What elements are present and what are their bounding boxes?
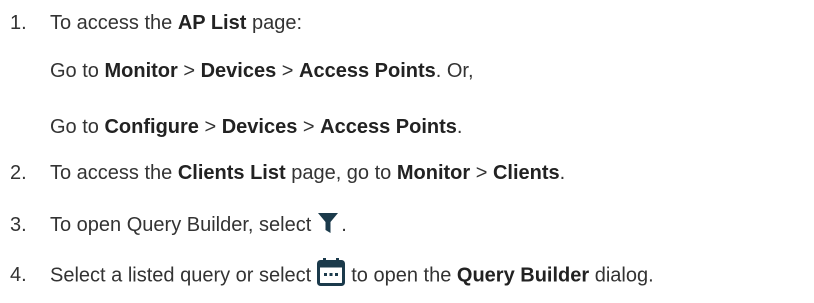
step-text: Select a listed query or select to open t… [50, 258, 654, 290]
menu-monitor: Monitor [396, 162, 471, 184]
instruction-list: 1. To access the AP List page: Go to Mon… [0, 0, 814, 303]
menu-configure: Configure [104, 116, 199, 138]
step-number: 3. [10, 214, 27, 236]
menu-devices: Devices [200, 60, 277, 82]
ap-list-label: AP List [177, 12, 247, 34]
step-number: 1. [10, 12, 27, 34]
calendar-icon [317, 258, 346, 286]
nav-path: Go to Monitor > Devices > Access Points.… [50, 60, 474, 82]
step-number: 4. [10, 264, 27, 286]
query-builder-label: Query Builder [456, 264, 590, 287]
menu-monitor: Monitor [104, 60, 178, 82]
filter-icon [317, 211, 339, 235]
step-text: To access the AP List page: [50, 12, 302, 34]
step-text: To open Query Builder, select. [50, 212, 347, 238]
step-text: To access the Clients List page, go to M… [50, 162, 566, 184]
step-number: 2. [10, 162, 27, 184]
clients-list-label: Clients List [177, 162, 286, 184]
nav-path: Go to Configure > Devices > Access Point… [50, 116, 463, 138]
menu-clients: Clients [492, 162, 560, 184]
menu-access-points: Access Points [299, 60, 436, 82]
menu-access-points: Access Points [320, 116, 457, 138]
menu-devices: Devices [221, 116, 298, 138]
